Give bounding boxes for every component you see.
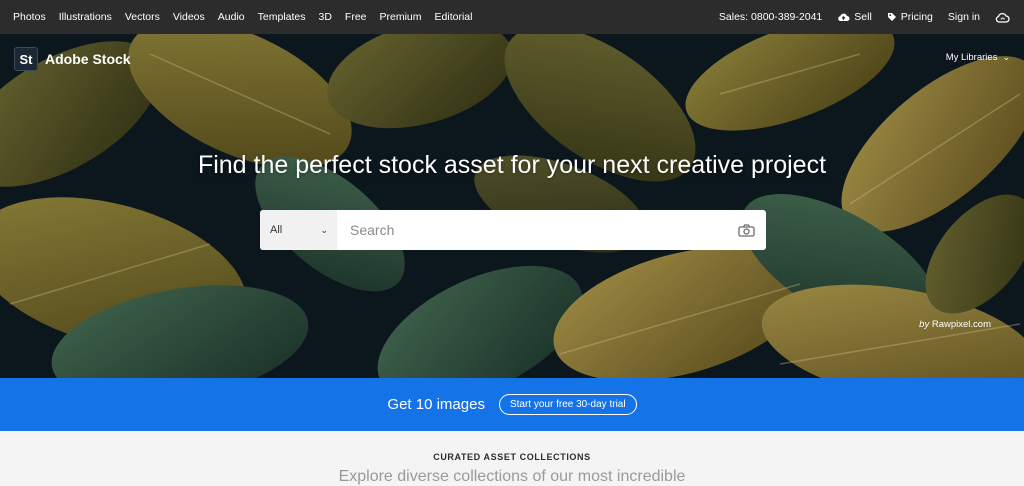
camera-icon bbox=[737, 223, 755, 237]
nav-photos[interactable]: Photos bbox=[13, 11, 46, 23]
promo-banner: Get 10 images Start your free 30-day tri… bbox=[0, 378, 1024, 431]
adobe-stock-brand[interactable]: St Adobe Stock bbox=[14, 47, 131, 71]
creative-cloud-icon[interactable] bbox=[995, 12, 1010, 23]
cloud-upload-icon bbox=[838, 13, 850, 21]
top-navigation: Photos Illustrations Vectors Videos Audi… bbox=[0, 0, 1024, 34]
asset-type-value: All bbox=[270, 224, 283, 236]
sales-phone: Sales: 0800-389-2041 bbox=[718, 11, 823, 23]
nav-videos[interactable]: Videos bbox=[173, 11, 205, 23]
section-eyebrow: CURATED ASSET COLLECTIONS bbox=[433, 452, 591, 462]
signin-link[interactable]: Sign in bbox=[948, 11, 980, 23]
chevron-down-icon: ⌄ bbox=[1002, 52, 1010, 62]
asset-type-select[interactable]: All ⌄ bbox=[260, 210, 337, 250]
credit-name: Rawpixel.com bbox=[931, 319, 991, 330]
category-nav: Photos Illustrations Vectors Videos Audi… bbox=[13, 11, 485, 23]
hero-headline: Find the perfect stock asset for your ne… bbox=[197, 151, 827, 179]
sell-link[interactable]: Sell bbox=[837, 11, 872, 23]
nav-editorial[interactable]: Editorial bbox=[435, 11, 473, 23]
nav-3d[interactable]: 3D bbox=[318, 11, 331, 23]
visual-search-button[interactable] bbox=[726, 210, 766, 250]
chevron-down-icon: ⌄ bbox=[320, 224, 328, 235]
my-libraries-label: My Libraries bbox=[945, 52, 998, 63]
nav-audio[interactable]: Audio bbox=[218, 11, 245, 23]
brand-name: Adobe Stock bbox=[45, 51, 131, 67]
nav-illustrations[interactable]: Illustrations bbox=[59, 11, 112, 23]
free-trial-button[interactable]: Start your free 30-day trial bbox=[498, 394, 637, 415]
promo-text: Get 10 images bbox=[387, 396, 485, 413]
nav-premium[interactable]: Premium bbox=[380, 11, 422, 23]
nav-free[interactable]: Free bbox=[345, 11, 367, 23]
adobe-stock-logo: St bbox=[14, 47, 38, 71]
hero-banner: St Adobe Stock My Libraries ⌄ Find the p… bbox=[0, 34, 1024, 378]
sell-label: Sell bbox=[854, 11, 872, 23]
nav-templates[interactable]: Templates bbox=[258, 11, 306, 23]
section-subtitle: Explore diverse collections of our most … bbox=[338, 468, 686, 485]
search-input[interactable] bbox=[337, 210, 726, 250]
pricing-link[interactable]: Pricing bbox=[887, 11, 933, 23]
pricing-label: Pricing bbox=[900, 11, 933, 23]
tag-icon bbox=[887, 13, 896, 21]
account-nav: Sales: 0800-389-2041 Sell Pricing Sign i… bbox=[704, 11, 1014, 23]
curated-collections-section: CURATED ASSET COLLECTIONS Explore divers… bbox=[0, 431, 1024, 486]
image-credit[interactable]: by Rawpixel.com bbox=[919, 319, 991, 330]
my-libraries-dropdown[interactable]: My Libraries ⌄ bbox=[946, 52, 1010, 63]
leaves-background-image bbox=[0, 34, 1024, 378]
search-bar: All ⌄ bbox=[260, 210, 766, 250]
credit-prefix: by bbox=[919, 319, 930, 330]
nav-vectors[interactable]: Vectors bbox=[125, 11, 160, 23]
